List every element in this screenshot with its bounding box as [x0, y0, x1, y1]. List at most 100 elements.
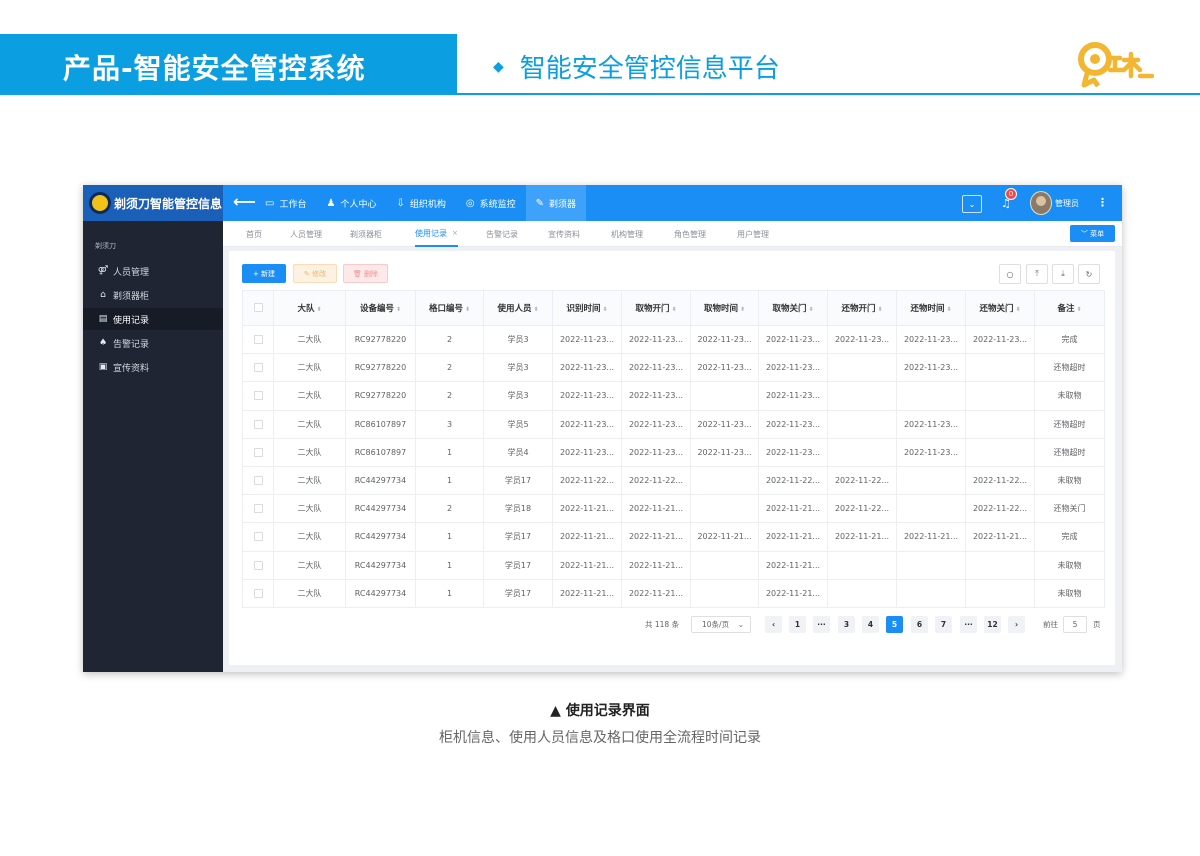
- page-size-select[interactable]: 10条/页 ⌄: [691, 616, 751, 633]
- checkbox[interactable]: [253, 504, 263, 514]
- table-row[interactable]: 二大队 RC92778220 2 学员3 2022-11-23... 2022-11-23…: [242, 324, 1105, 355]
- page-button[interactable]: 6: [911, 616, 928, 633]
- checkbox[interactable]: [253, 391, 263, 401]
- table-cell: [896, 381, 966, 411]
- table-row[interactable]: 二大队 RC44297734 2 学员18 2022-11-21... 2022-11-2…: [242, 494, 1105, 524]
- topnav-item[interactable]: ◎ 系统监控: [456, 185, 526, 221]
- delete-button[interactable]: 🗑 删除: [343, 264, 388, 283]
- page-button[interactable]: 1: [789, 616, 806, 633]
- column-header[interactable]: 还物关门 ⬍: [965, 290, 1035, 326]
- tab-label: 用户管理: [737, 229, 769, 239]
- checkbox[interactable]: [253, 335, 263, 345]
- column-header[interactable]: 识别时间 ⬍: [552, 290, 622, 326]
- sort-icon[interactable]: ⬍: [533, 306, 538, 313]
- table-row[interactable]: 二大队 RC92778220 2 学员3 2022-11-23... 2022-11-23…: [242, 353, 1105, 383]
- sort-icon[interactable]: ⬍: [671, 306, 676, 313]
- column-header[interactable]: 还物时间 ⬍: [896, 290, 966, 326]
- checkbox[interactable]: [253, 588, 263, 598]
- column-header[interactable]: 大队 ⬍: [273, 290, 346, 326]
- page-button[interactable]: 7: [935, 616, 952, 633]
- page-ellipsis[interactable]: ···: [960, 616, 977, 633]
- table-row[interactable]: 二大队 RC44297734 1 学员17 2022-11-21... 2022-11-2…: [242, 578, 1105, 608]
- column-header[interactable]: 取物开门 ⬍: [621, 290, 691, 326]
- menu-button[interactable]: ﹀ 菜单: [1070, 225, 1115, 242]
- checkbox[interactable]: [253, 560, 263, 570]
- sidebar-item[interactable]: ⚤ 人员管理: [83, 260, 223, 282]
- page-button[interactable]: 12: [984, 616, 1001, 633]
- column-header[interactable]: 还物开门 ⬍: [827, 290, 897, 326]
- sort-icon[interactable]: ⬍: [602, 306, 607, 313]
- tab[interactable]: 告警记录: [486, 221, 518, 247]
- sort-icon[interactable]: ⬍: [877, 306, 882, 313]
- checkbox[interactable]: [253, 447, 263, 457]
- edit-button[interactable]: ✎ 修改: [293, 264, 337, 283]
- sort-icon[interactable]: ⬍: [946, 306, 951, 313]
- goto-label: 前往: [1043, 619, 1058, 629]
- table-cell: 2022-11-21...: [552, 494, 622, 524]
- tab[interactable]: 剃须器柜: [350, 221, 382, 247]
- table-row[interactable]: 二大队 RC86107897 3 学员5 2022-11-23... 2022-11-23…: [242, 409, 1105, 439]
- sidebar-item[interactable]: ▣ 宣传资料: [83, 356, 223, 378]
- topnav-item[interactable]: ▭ 工作台: [255, 185, 316, 221]
- goto-page-input[interactable]: 5: [1063, 616, 1087, 633]
- chevron-down-icon[interactable]: ⌄: [962, 195, 982, 213]
- new-button[interactable]: + 新建: [242, 264, 286, 283]
- column-header[interactable]: 使用人员 ⬍: [483, 290, 553, 326]
- checkbox[interactable]: [253, 532, 263, 542]
- search-icon[interactable]: ○: [999, 264, 1021, 284]
- sort-icon[interactable]: ⬍: [465, 306, 470, 313]
- page-button[interactable]: 5: [886, 616, 903, 633]
- tab[interactable]: 人员管理: [290, 221, 322, 247]
- column-header[interactable]: 格口编号 ⬍: [415, 290, 484, 326]
- upload-icon[interactable]: ⤒: [1026, 264, 1048, 284]
- sort-icon[interactable]: ⬍: [396, 306, 401, 313]
- column-header[interactable]: 设备编号 ⬍: [345, 290, 416, 326]
- sidebar-item[interactable]: ♠ 告警记录: [83, 332, 223, 354]
- topnav-item[interactable]: ♟ 个人中心: [316, 185, 386, 221]
- tab[interactable]: 使用记录 ×: [415, 221, 458, 247]
- sort-icon[interactable]: ⬍: [316, 306, 321, 313]
- user-name[interactable]: 管理员: [1055, 198, 1079, 209]
- checkbox[interactable]: [253, 303, 263, 312]
- tab[interactable]: 用户管理: [737, 221, 769, 247]
- sort-icon[interactable]: ⬍: [808, 306, 813, 313]
- download-icon[interactable]: ⤓: [1052, 264, 1074, 284]
- row-checkbox-cell: [242, 494, 274, 524]
- select-all-checkbox[interactable]: [242, 290, 274, 326]
- sort-icon[interactable]: ⬍: [740, 306, 745, 313]
- column-header[interactable]: 取物关门 ⬍: [758, 290, 828, 326]
- table-row[interactable]: 二大队 RC44297734 1 学员17 2022-11-21... 2022-11-2…: [242, 522, 1105, 552]
- more-icon[interactable]: ⋮: [1097, 196, 1108, 209]
- app-logo-area[interactable]: 剃须刀智能管控信息: [83, 185, 223, 221]
- sort-icon[interactable]: ⬍: [1015, 306, 1020, 313]
- refresh-icon[interactable]: ↻: [1078, 264, 1100, 284]
- checkbox[interactable]: [253, 363, 263, 373]
- topnav-item[interactable]: ✎ 剃须器: [525, 185, 587, 221]
- table-row[interactable]: 二大队 RC44297734 1 学员17 2022-11-21... 2022-11-2…: [242, 550, 1105, 580]
- topnav-item[interactable]: ⇩ 组织机构: [386, 185, 455, 221]
- sidebar-item[interactable]: ▤ 使用记录: [83, 308, 223, 330]
- column-header[interactable]: 取物时间 ⬍: [690, 290, 759, 326]
- column-header[interactable]: 备注 ⬍: [1034, 290, 1105, 326]
- table-row[interactable]: 二大队 RC92778220 2 学员3 2022-11-23... 2022-11-23…: [242, 381, 1105, 411]
- tab[interactable]: 角色管理: [674, 221, 706, 247]
- avatar[interactable]: [1030, 191, 1052, 215]
- prev-page-button[interactable]: ‹: [765, 616, 782, 633]
- next-page-button[interactable]: ›: [1008, 616, 1025, 633]
- tab[interactable]: 宣传资料: [548, 221, 580, 247]
- table-row[interactable]: 二大队 RC44297734 1 学员17 2022-11-22... 2022-11-2…: [242, 465, 1105, 496]
- page-ellipsis[interactable]: ···: [813, 616, 830, 633]
- sidebar-item[interactable]: ⌂ 剃须器柜: [83, 284, 223, 306]
- table-row[interactable]: 二大队 RC86107897 1 学员4 2022-11-23... 2022-11-23…: [242, 437, 1105, 467]
- tab[interactable]: 首页: [246, 221, 262, 247]
- checkbox[interactable]: [253, 419, 263, 429]
- page-button[interactable]: 4: [862, 616, 879, 633]
- page-button[interactable]: 3: [838, 616, 855, 633]
- sort-icon[interactable]: ⬍: [1076, 306, 1081, 313]
- checkbox[interactable]: [253, 476, 263, 486]
- table-cell: 2022-11-21...: [896, 522, 966, 552]
- close-icon[interactable]: ×: [452, 229, 458, 237]
- table-cell: 2022-11-23...: [621, 437, 691, 467]
- tab[interactable]: 机构管理: [611, 221, 643, 247]
- arrow-left-icon[interactable]: ⟵: [233, 192, 256, 211]
